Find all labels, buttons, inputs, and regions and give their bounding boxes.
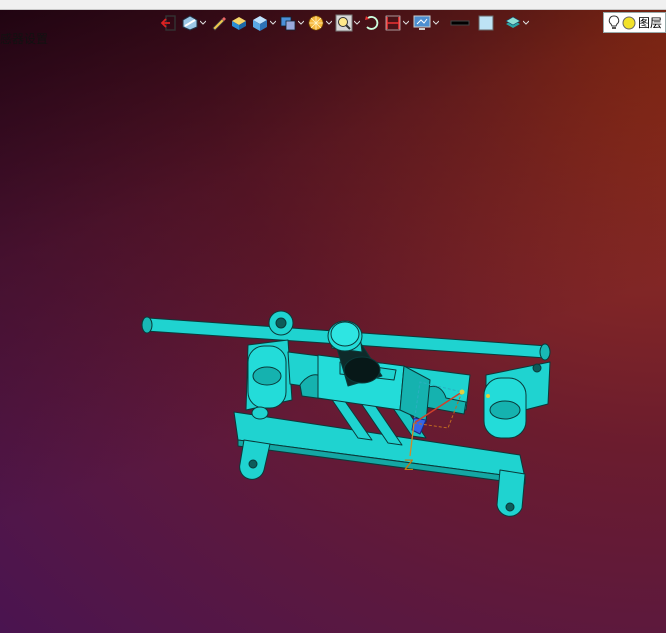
cad-model[interactable] <box>141 310 551 517</box>
cad-viewport[interactable] <box>0 0 666 633</box>
axis-z-label: Z <box>404 458 414 474</box>
